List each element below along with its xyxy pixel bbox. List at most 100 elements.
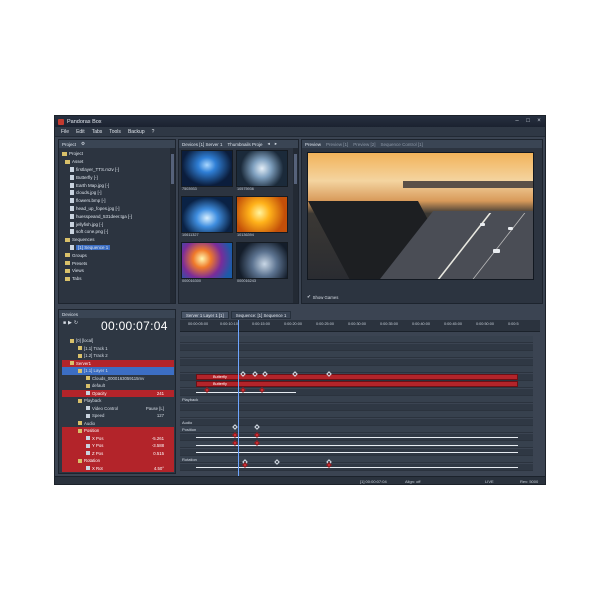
folder-icon	[78, 346, 82, 351]
timeline-lane[interactable]: Playback	[180, 396, 533, 403]
tab-preview-1[interactable]: Preview [1]	[326, 142, 348, 147]
property-value[interactable]: -5.261	[152, 436, 164, 441]
timeline-lane[interactable]	[180, 351, 533, 358]
timeline-ruler[interactable]: 00:00:05:00 0:00:10:10 0:00:15:00 0:00:20:0…	[180, 320, 540, 332]
property-row[interactable]: Speed 127	[62, 412, 174, 420]
tree-item[interactable]: Butterfly [-]	[62, 173, 172, 181]
property-row[interactable]: Server1	[62, 359, 174, 367]
tree-item[interactable]: soft cone.png [-]	[62, 228, 172, 236]
project-scrollbar[interactable]	[170, 148, 175, 303]
tree-item[interactable]: Sequences	[62, 236, 172, 244]
folder-icon	[70, 361, 74, 366]
property-row[interactable]: [1.1] Layer 1	[62, 367, 174, 375]
status-rev: Rev: 5000	[520, 478, 539, 484]
playhead-cursor[interactable]	[238, 320, 239, 478]
file-icon	[70, 174, 74, 180]
timeline-lane[interactable]: Rotation	[180, 456, 533, 463]
arrow-left-icon[interactable]: ◂	[268, 141, 270, 147]
timeline-lane[interactable]	[180, 403, 533, 411]
clip-bar[interactable]: Butterfly	[196, 381, 518, 387]
timeline-lane[interactable]	[180, 336, 533, 343]
tab-preview-2[interactable]: Preview [2]	[353, 142, 375, 147]
tree-item[interactable]: Tabs	[62, 275, 172, 283]
property-row[interactable]: Clouds_0000163059115mv	[62, 375, 174, 383]
maximize-icon[interactable]: □	[524, 118, 532, 125]
property-row[interactable]: Position	[62, 427, 174, 435]
play-icon[interactable]: ▶	[68, 320, 72, 326]
property-value[interactable]: Pause [L]	[146, 406, 164, 411]
thumbnails-scrollbar[interactable]	[293, 148, 298, 303]
tab-layer[interactable]: Server 1 Layer 1 [1]	[181, 311, 229, 319]
timeline-lane[interactable]	[180, 358, 533, 366]
menu-file[interactable]: File	[61, 129, 69, 135]
parameter-icon	[86, 413, 90, 418]
property-value[interactable]: 4.50°	[154, 466, 164, 471]
thumbnail-item[interactable]: 10575936	[236, 150, 288, 193]
property-label: Clouds_0000163059115mv	[92, 375, 145, 381]
ruler-tick-label: 0:00:45:00	[444, 322, 462, 326]
title-bar[interactable]: Pandoras Box – □ ×	[55, 116, 545, 127]
show-games-checkbox[interactable]: ✔ Show Games	[307, 294, 338, 300]
property-value[interactable]: 241	[157, 391, 164, 396]
tree-item[interactable]: huesspeand_531deer.tga [-]	[62, 212, 172, 220]
thumbnail-item[interactable]: 7503933	[181, 150, 233, 193]
property-row[interactable]: Z Pos 0.515	[62, 449, 174, 457]
timeline-lane[interactable]	[180, 411, 533, 418]
tree-item[interactable]: Project	[62, 150, 172, 158]
tree-item[interactable]: Asset	[62, 158, 172, 166]
tree-item[interactable]: clouds.jpg [-]	[62, 189, 172, 197]
scrollbar-thumb[interactable]	[171, 154, 174, 184]
stop-icon[interactable]: ■	[63, 320, 66, 326]
settings-icon[interactable]: ⚙	[81, 141, 85, 147]
property-row[interactable]: [1.1] Track 1	[62, 345, 174, 353]
property-row[interactable]: default	[62, 382, 174, 390]
tab-sequence-control[interactable]: Sequence Control [1]	[381, 142, 423, 147]
close-icon[interactable]: ×	[535, 118, 543, 125]
tree-item[interactable]: Presets	[62, 259, 172, 267]
folder-icon	[65, 276, 70, 281]
property-row[interactable]: [0] [local]	[62, 337, 174, 345]
menu-tools[interactable]: Tools	[109, 129, 121, 135]
tree-item[interactable]: Earth Map.jpg [-]	[62, 181, 172, 189]
property-value[interactable]: -3.588	[152, 443, 164, 448]
thumbnail-item[interactable]: 000016243	[236, 242, 288, 285]
tree-item[interactable]: jellyfish.jpg [-]	[62, 220, 172, 228]
tree-item[interactable]: head_up_fopes.jpg [-]	[62, 205, 172, 213]
loop-icon[interactable]: ↻	[74, 320, 78, 326]
property-row[interactable]: Audio	[62, 420, 174, 428]
menu-help[interactable]: ?	[152, 129, 155, 135]
tab-devices-server[interactable]: Devices [1] Server 1	[182, 142, 223, 147]
tree-item[interactable]: [1] Sequence 1	[62, 244, 172, 252]
property-value[interactable]: 0.515	[153, 451, 164, 456]
menu-tabs[interactable]: Tabs	[92, 129, 103, 135]
tree-item[interactable]: firstlayer_TTS.m2v [-]	[62, 166, 172, 174]
tree-item[interactable]: Groups	[62, 251, 172, 259]
menu-backup[interactable]: Backup	[128, 129, 145, 135]
property-row[interactable]: Playback	[62, 397, 174, 405]
timeline-lane[interactable]	[180, 366, 533, 373]
menu-edit[interactable]: Edit	[76, 129, 85, 135]
property-row[interactable]: Y Pos -3.588	[62, 442, 174, 450]
arrow-right-icon[interactable]: ▸	[275, 141, 277, 147]
tab-thumbnails[interactable]: Thumbnails Proje	[228, 142, 263, 147]
property-row[interactable]: Opacity 241	[62, 389, 174, 397]
tab-sequence[interactable]: Sequence: [1] Sequence 1	[230, 311, 292, 319]
curve-line	[196, 392, 296, 393]
tree-item[interactable]: flowers.bmp [-]	[62, 197, 172, 205]
thumbnail-item[interactable]: 10611327	[181, 196, 233, 239]
tree-item[interactable]: Views	[62, 267, 172, 275]
menu-bar: File Edit Tabs Tools Backup ?	[55, 127, 545, 137]
property-value[interactable]: 127	[157, 413, 164, 418]
timeline-lane[interactable]	[180, 343, 533, 351]
property-row[interactable]: Rotation	[62, 457, 174, 465]
minimize-icon[interactable]: –	[513, 118, 521, 125]
tab-preview[interactable]: Preview	[305, 142, 321, 147]
thumbnail-item[interactable]: 000016300	[181, 242, 233, 285]
property-row[interactable]: X Rot 4.50°	[62, 464, 174, 472]
property-row[interactable]: [1.2] Track 2	[62, 352, 174, 360]
thumbnail-item[interactable]: 10136394	[236, 196, 288, 239]
parameter-icon	[86, 436, 90, 441]
property-row[interactable]: X Pos -5.261	[62, 434, 174, 442]
property-row[interactable]: Video Control Pause [L]	[62, 405, 174, 413]
scrollbar-thumb[interactable]	[294, 154, 297, 184]
